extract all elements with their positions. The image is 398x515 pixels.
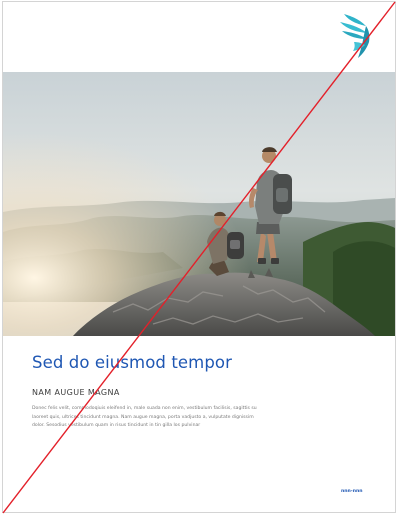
body-paragraph: Donec felis velit, commodoqiuis eleifend… [32,406,257,429]
hikers-mountain-photo [3,72,395,336]
footer-code: nnn-nnn [341,489,363,494]
bird-wings-logo-icon [340,14,370,58]
document-title: Sed do eiusmod tempor [32,353,232,372]
document-subtitle: NAM AUGUE MAGNA [32,388,120,397]
document-page: Sed do eiusmod tempor NAM AUGUE MAGNA Do… [2,1,396,513]
